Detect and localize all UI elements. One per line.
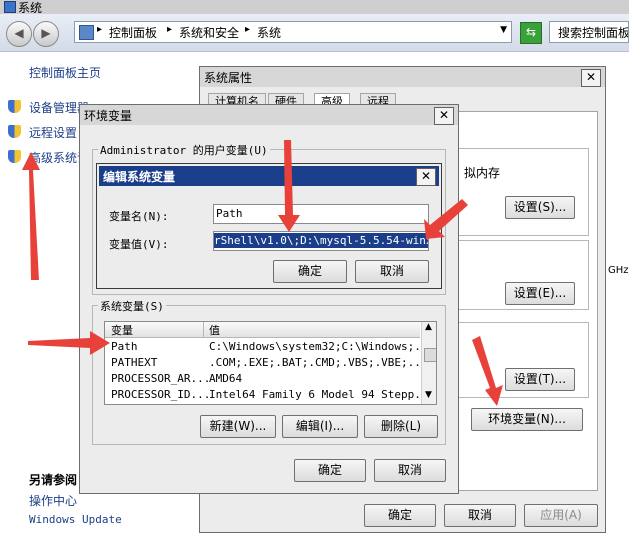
breadcrumb-sep-icon: ▸: [245, 24, 251, 35]
system-vars-list[interactable]: 变量 值 Path C:\Windows\system32;C:\Windows…: [104, 321, 437, 405]
edit-title: 编辑系统变量: [103, 170, 176, 184]
breadcrumb-control-panel[interactable]: 控制面板: [109, 24, 157, 41]
var-name-field[interactable]: Path: [213, 204, 429, 224]
row-name: PROCESSOR_ID...: [111, 388, 211, 401]
list-scrollbar[interactable]: ▲ ▼: [421, 322, 436, 404]
close-icon[interactable]: ✕: [581, 69, 601, 87]
list-header: 变量 值: [105, 322, 420, 338]
perf-text: 拟内存: [464, 166, 501, 180]
close-icon[interactable]: ✕: [434, 107, 454, 125]
cpu-ghz-text: GHz: [608, 265, 629, 276]
breadcrumb-system-security[interactable]: 系统和安全: [179, 24, 239, 41]
edit-var-dialog: 编辑系统变量 ✕ 变量名(N): Path 变量值(V): rShell\v1.…: [96, 163, 442, 289]
sysprops-titlebar: 系统属性 ✕: [200, 67, 605, 87]
edit-ok-button[interactable]: 确定: [273, 260, 347, 283]
table-row[interactable]: PROCESSOR_AR... AMD64: [105, 371, 420, 387]
var-value-field[interactable]: rShell\v1.0\;D:\mysql-5.5.54-winx64: [213, 231, 429, 251]
settings-s-button[interactable]: 设置(S)...: [505, 196, 575, 219]
chevron-down-icon[interactable]: ▼: [500, 25, 507, 35]
envvars-titlebar: 环境变量 ✕: [80, 105, 458, 125]
forward-button[interactable]: ▶: [33, 21, 59, 47]
search-placeholder: 搜索控制面板: [558, 26, 629, 40]
edit-cancel-button[interactable]: 取消: [355, 260, 429, 283]
address-bar[interactable]: ▸ 控制面板 ▸ 系统和安全 ▸ 系统 ▼: [74, 21, 512, 43]
var-name-label: 变量名(N):: [109, 210, 169, 223]
row-value: C:\Windows\system32;C:\Windows;...: [209, 340, 435, 353]
close-icon[interactable]: ✕: [416, 168, 436, 186]
row-value: .COM;.EXE;.BAT;.CMD;.VBS;.VBE;...: [209, 356, 428, 369]
sysprops-apply-button[interactable]: 应用(A): [524, 504, 598, 527]
shield-icon: [8, 125, 21, 138]
row-name: PROCESSOR_AR...: [111, 372, 211, 385]
row-name: Path: [111, 340, 138, 353]
row-name: PATHEXT: [111, 356, 158, 369]
shield-icon: [8, 150, 21, 163]
scroll-down-icon[interactable]: ▼: [425, 390, 432, 400]
var-value-label: 变量值(V):: [109, 238, 169, 251]
settings-t-button[interactable]: 设置(T)...: [505, 368, 575, 391]
table-row[interactable]: Path C:\Windows\system32;C:\Windows;...: [105, 339, 434, 355]
scroll-thumb[interactable]: [424, 348, 436, 362]
row-value: AMD64: [209, 372, 243, 385]
sysprops-title: 系统属性: [204, 71, 253, 85]
control-panel-icon: [79, 25, 94, 40]
back-button[interactable]: ◀: [6, 21, 32, 47]
breadcrumb-sep-icon: ▸: [97, 24, 103, 35]
sidebar-home-link[interactable]: 控制面板主页: [29, 64, 101, 81]
new-var-button[interactable]: 新建(W)...: [200, 415, 276, 438]
see-also-action-center[interactable]: 操作中心: [29, 492, 77, 509]
search-input[interactable]: 搜索控制面板: [549, 21, 629, 43]
user-vars-label: Administrator 的用户变量(U): [98, 142, 270, 158]
sysprops-cancel-button[interactable]: 取消: [444, 504, 516, 527]
system-icon: [4, 1, 16, 13]
var-value-text: rShell\v1.0\;D:\mysql-5.5.54-winx64: [214, 233, 428, 248]
edit-var-button[interactable]: 编辑(I)...: [282, 415, 358, 438]
scroll-up-icon[interactable]: ▲: [425, 322, 432, 332]
sysprops-ok-button[interactable]: 确定: [364, 504, 436, 527]
table-row[interactable]: PATHEXT .COM;.EXE;.BAT;.CMD;.VBS;.VBE;..…: [105, 355, 428, 371]
breadcrumb-system[interactable]: 系统: [257, 24, 281, 41]
see-also-windows-update[interactable]: Windows Update: [29, 513, 122, 526]
envvars-title: 环境变量: [84, 109, 133, 123]
refresh-icon[interactable]: ⇆: [520, 22, 542, 44]
col-name-header[interactable]: 变量: [111, 322, 133, 338]
system-vars-label: 系统变量(S): [98, 298, 166, 314]
env-vars-button[interactable]: 环境变量(N)...: [471, 408, 583, 431]
col-value-header[interactable]: 值: [209, 322, 220, 338]
envvars-ok-button[interactable]: 确定: [294, 459, 366, 482]
edit-titlebar: 编辑系统变量 ✕: [99, 166, 439, 186]
shield-icon: [8, 100, 21, 113]
see-also-title: 另请参阅: [29, 473, 78, 487]
settings-e-button[interactable]: 设置(E)...: [505, 282, 575, 305]
var-name-value: Path: [216, 207, 243, 220]
explorer-titlebar: 系统: [0, 0, 629, 15]
col-divider: [203, 322, 204, 338]
toolbar: ◀ ▶ ▸ 控制面板 ▸ 系统和安全 ▸ 系统 ▼ ⇆ 搜索控制面板: [0, 14, 629, 52]
breadcrumb-sep-icon: ▸: [167, 24, 173, 35]
envvars-cancel-button[interactable]: 取消: [374, 459, 446, 482]
delete-var-button[interactable]: 删除(L): [364, 415, 438, 438]
table-row[interactable]: PROCESSOR_ID... Intel64 Family 6 Model 9…: [105, 387, 434, 403]
sidebar-item-remote[interactable]: 远程设置: [29, 124, 77, 141]
row-value: Intel64 Family 6 Model 94 Stepp...: [209, 388, 435, 401]
table-rows: Path C:\Windows\system32;C:\Windows;... …: [105, 339, 434, 404]
